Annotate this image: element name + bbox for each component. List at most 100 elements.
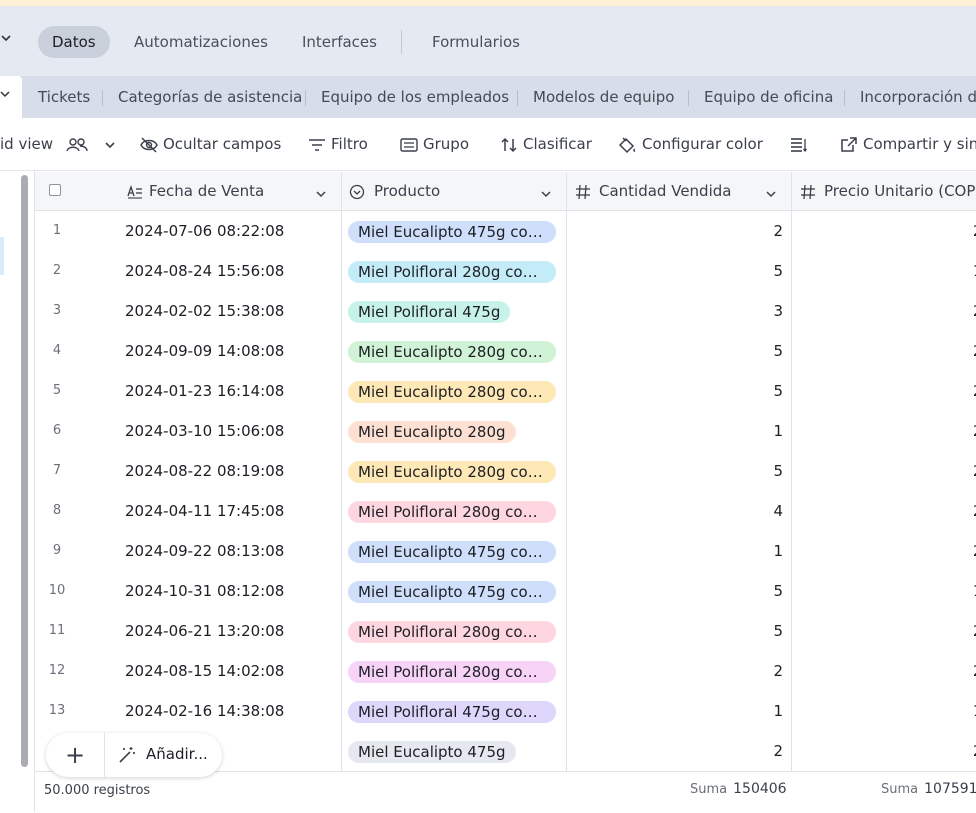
column-header-producto[interactable]: Producto — [342, 172, 567, 210]
cell-cantidad[interactable]: 5 — [567, 331, 783, 371]
cell-producto[interactable]: Miel Eucalipto 475g con ... — [348, 211, 568, 251]
cell-fecha[interactable]: 2024-02-02 15:38:08 — [125, 291, 340, 331]
vertical-scrollbar[interactable] — [21, 175, 28, 767]
table-row[interactable]: 4 2024-09-09 14:08:08 Miel Eucalipto 280g … — [35, 331, 976, 372]
table-row[interactable]: 3 2024-02-02 15:38:08 Miel Polifloral 475g… — [35, 291, 976, 332]
cell-precio[interactable]: 21 — [792, 531, 976, 571]
nav-datos[interactable]: Datos — [38, 26, 110, 58]
tab-incorporacion[interactable]: Incorporación de — [860, 76, 976, 118]
table-row[interactable]: 6 2024-03-10 15:06:08 Miel Eucalipto 280g 1… — [35, 411, 976, 452]
share-button[interactable]: Compartir y sinc — [840, 118, 976, 170]
chevron-down-icon[interactable] — [540, 185, 552, 204]
tab-tickets[interactable]: Tickets — [38, 76, 90, 118]
cell-precio[interactable]: 23 — [792, 451, 976, 491]
group-button[interactable]: Grupo — [400, 118, 469, 170]
cell-precio[interactable]: 22 — [792, 371, 976, 411]
nav-interfaces[interactable]: Interfaces — [288, 26, 391, 58]
tab-modelos-equipo[interactable]: Modelos de equipo — [533, 76, 674, 118]
cell-cantidad[interactable]: 1 — [567, 411, 783, 451]
cell-cantidad[interactable]: 2 — [567, 211, 783, 251]
cell-fecha[interactable]: 2024-08-22 08:19:08 — [125, 451, 340, 491]
cell-precio[interactable]: 21 — [792, 611, 976, 651]
cell-fecha[interactable]: 2024-03-10 15:06:08 — [125, 411, 340, 451]
cell-producto[interactable]: Miel Eucalipto 280g con ... — [348, 371, 568, 411]
chevron-down-icon[interactable] — [0, 88, 10, 102]
color-button[interactable]: Configurar color — [617, 118, 763, 170]
table-row[interactable]: 5 2024-01-23 16:14:08 Miel Eucalipto 280g … — [35, 371, 976, 412]
cell-precio[interactable]: 23 — [792, 211, 976, 251]
cell-precio[interactable]: 24 — [792, 291, 976, 331]
cell-cantidad[interactable]: 5 — [567, 451, 783, 491]
cell-precio[interactable]: 24 — [792, 331, 976, 371]
cell-cantidad[interactable]: 2 — [567, 651, 783, 691]
cell-producto[interactable]: Miel Polifloral 475g — [348, 291, 568, 331]
table-row[interactable]: 7 2024-08-22 08:19:08 Miel Eucalipto 280g … — [35, 451, 976, 492]
cell-producto[interactable]: Miel Polifloral 280g con ... — [348, 491, 568, 531]
tab-equipo-oficina[interactable]: Equipo de oficina — [704, 76, 833, 118]
cell-fecha[interactable]: 2024-04-11 17:45:08 — [125, 491, 340, 531]
column-header-cantidad[interactable]: Cantidad Vendida — [567, 172, 792, 210]
chevron-down-icon[interactable] — [104, 135, 121, 153]
table-row[interactable]: 1 2024-07-06 08:22:08 Miel Eucalipto 475g … — [35, 211, 976, 252]
chevron-down-icon[interactable] — [315, 185, 327, 204]
table-row[interactable]: 9 2024-09-22 08:13:08 Miel Eucalipto 475g … — [35, 531, 976, 572]
cell-cantidad[interactable]: 5 — [567, 251, 783, 291]
cell-precio[interactable]: 23 — [792, 731, 976, 771]
chevron-down-icon[interactable] — [0, 32, 12, 48]
cell-producto[interactable]: Miel Polifloral 280g con ... — [348, 611, 568, 651]
nav-formularios[interactable]: Formularios — [418, 26, 534, 58]
table-row[interactable]: 8 2024-04-11 17:45:08 Miel Polifloral 280g… — [35, 491, 976, 532]
tab-current[interactable] — [0, 76, 22, 118]
cell-fecha[interactable]: 2024-10-31 08:12:08 — [125, 571, 340, 611]
cell-cantidad[interactable]: 5 — [567, 371, 783, 411]
cell-producto[interactable]: Miel Polifloral 280g con ... — [348, 251, 568, 291]
sum-cantidad[interactable]: Suma 150406 — [690, 781, 787, 797]
cell-producto[interactable]: Miel Eucalipto 475g con ... — [348, 571, 568, 611]
cell-producto[interactable]: Miel Eucalipto 280g con ... — [348, 331, 568, 371]
column-header-precio[interactable]: Precio Unitario (COP) — [792, 172, 976, 210]
sum-precio[interactable]: Suma 1075915 — [881, 781, 976, 797]
cell-producto[interactable]: Miel Eucalipto 280g con ... — [348, 451, 568, 491]
chevron-down-icon[interactable] — [765, 185, 777, 204]
add-record-button[interactable]: + — [46, 733, 105, 777]
cell-producto[interactable]: Miel Eucalipto 280g — [348, 411, 568, 451]
cell-cantidad[interactable]: 1 — [567, 691, 783, 731]
cell-producto[interactable]: Miel Eucalipto 475g con ... — [348, 531, 568, 571]
table-row[interactable]: 10 2024-10-31 08:12:08 Miel Eucalipto 475g… — [35, 571, 976, 612]
tab-categorias[interactable]: Categorías de asistencia — [118, 76, 302, 118]
select-all-checkbox[interactable] — [49, 184, 61, 196]
cell-fecha[interactable]: 2024-07-06 08:22:08 — [125, 211, 340, 251]
cell-fecha[interactable]: 2024-08-24 15:56:08 — [125, 251, 340, 291]
add-ai-button[interactable]: Añadir... — [146, 745, 208, 763]
cell-fecha[interactable]: 2024-06-21 13:20:08 — [125, 611, 340, 651]
tab-equipo-empleados[interactable]: Equipo de los empleados — [321, 76, 509, 118]
view-switcher[interactable]: id view — [0, 118, 121, 170]
table-row[interactable]: 2 2024-08-24 15:56:08 Miel Polifloral 280g… — [35, 251, 976, 292]
cell-cantidad[interactable]: 5 — [567, 611, 783, 651]
cell-cantidad[interactable]: 4 — [567, 491, 783, 531]
cell-fecha[interactable]: 2024-02-16 14:38:08 — [125, 691, 340, 731]
row-height-button[interactable] — [790, 118, 813, 170]
nav-automatizaciones[interactable]: Automatizaciones — [120, 26, 282, 58]
cell-cantidad[interactable]: 2 — [567, 731, 783, 771]
cell-precio[interactable]: 19 — [792, 251, 976, 291]
cell-precio[interactable]: 20 — [792, 651, 976, 691]
cell-producto[interactable]: Miel Polifloral 280g con ... — [348, 651, 568, 691]
sort-button[interactable]: Clasificar — [500, 118, 592, 170]
cell-fecha[interactable]: 2024-09-22 08:13:08 — [125, 531, 340, 571]
cell-fecha[interactable]: 2024-08-15 14:02:08 — [125, 651, 340, 691]
table-row[interactable]: 13 2024-02-16 14:38:08 Miel Polifloral 475… — [35, 691, 976, 732]
cell-cantidad[interactable]: 3 — [567, 291, 783, 331]
table-row[interactable]: 11 2024-06-21 13:20:08 Miel Polifloral 280… — [35, 611, 976, 652]
cell-producto[interactable]: Miel Polifloral 475g con ... — [348, 691, 568, 731]
filter-button[interactable]: Filtro — [308, 118, 368, 170]
cell-producto[interactable]: Miel Eucalipto 475g — [348, 731, 568, 771]
cell-cantidad[interactable]: 5 — [567, 571, 783, 611]
cell-precio[interactable]: 18 — [792, 691, 976, 731]
cell-fecha[interactable]: 2024-09-09 14:08:08 — [125, 331, 340, 371]
table-row[interactable]: 12 2024-08-15 14:02:08 Miel Polifloral 280… — [35, 651, 976, 692]
hide-fields-button[interactable]: Ocultar campos — [140, 118, 281, 170]
column-header-fecha[interactable]: Fecha de Venta — [79, 172, 342, 210]
cell-precio[interactable]: 18 — [792, 571, 976, 611]
cell-fecha[interactable]: 2024-01-23 16:14:08 — [125, 371, 340, 411]
